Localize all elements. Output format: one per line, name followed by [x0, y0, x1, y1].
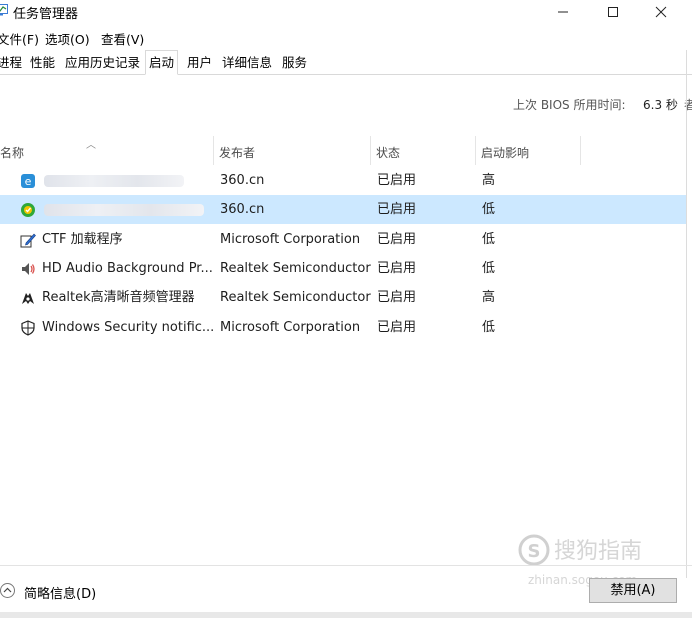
tab-users[interactable]: 用户 [184, 52, 215, 73]
sort-ascending-icon: ︿ [86, 140, 96, 151]
menu-view[interactable]: 查看(V) [101, 29, 144, 48]
menu-file[interactable]: 文件(F) [0, 29, 39, 48]
table-row[interactable]: Windows Security notific... Microsoft Co… [0, 313, 686, 342]
bios-time-value: 6.3 秒 [643, 98, 678, 112]
tab-details[interactable]: 详细信息 [219, 52, 275, 73]
ctf-pen-icon [20, 233, 36, 248]
shield-icon [21, 320, 35, 336]
360-security-icon [21, 203, 35, 217]
row-impact: 低 [482, 202, 496, 217]
right-border [686, 50, 687, 578]
row-publisher: Microsoft Corporation [220, 232, 361, 247]
column-header-status[interactable]: 状态 [371, 136, 476, 165]
row-status: 已启用 [377, 290, 417, 305]
menu-options[interactable]: 选项(O) [45, 29, 90, 48]
row-publisher: 360.cn [220, 173, 265, 188]
tab-startup[interactable]: 启动 [145, 50, 179, 75]
tab-performance[interactable]: 性能 [27, 52, 58, 73]
tab-services[interactable]: 服务 [279, 52, 310, 73]
row-name: CTF 加载程序 [42, 232, 123, 247]
row-publisher: Microsoft Corporation [220, 320, 361, 335]
row-name: Realtek高清晰音频管理器 [42, 290, 195, 305]
minimize-button[interactable] [540, 0, 586, 24]
svg-text:S: S [528, 541, 541, 562]
row-name: Windows Security notific... [42, 320, 215, 335]
window-bottom-edge [0, 612, 692, 618]
bios-time-label: 上次 BIOS 所用时间: [513, 98, 626, 112]
close-button[interactable] [638, 0, 684, 24]
footer-divider [0, 565, 692, 566]
row-impact: 低 [482, 232, 496, 247]
row-status: 已启用 [377, 173, 417, 188]
row-status: 已启用 [377, 320, 417, 335]
row-impact: 高 [482, 290, 496, 305]
tab-processes[interactable]: 进程 [0, 52, 25, 73]
title-bar[interactable]: 任务管理器 [0, 0, 692, 24]
chevron-up-icon [3, 587, 12, 593]
row-impact: 低 [482, 261, 496, 276]
tab-app-history[interactable]: 应用历史记录 [62, 52, 143, 73]
column-header-name[interactable]: ︿ 名称 [0, 136, 214, 165]
less-details-link[interactable]: 简略信息(D) [24, 583, 96, 602]
row-publisher: Realtek Semiconductor [220, 261, 371, 276]
row-status: 已启用 [377, 261, 417, 276]
window-title: 任务管理器 [13, 7, 79, 22]
task-manager-icon [0, 4, 8, 16]
table-row[interactable]: HD Audio Background Pr... Realtek Semico… [0, 254, 686, 283]
row-status: 已启用 [377, 202, 417, 217]
close-icon [655, 6, 667, 18]
maximize-icon [608, 7, 618, 17]
disable-button[interactable]: 禁用(A) [589, 578, 677, 603]
redacted-app-name [44, 175, 184, 187]
column-header-publisher[interactable]: 发布者 [214, 136, 371, 165]
row-impact: 低 [482, 320, 496, 335]
row-status: 已启用 [377, 232, 417, 247]
minimize-icon [558, 11, 568, 13]
tab-strip: 进程 性能 应用历史记录 启动 用户 详细信息 服务 [0, 50, 692, 75]
row-publisher: 360.cn [220, 202, 265, 217]
row-publisher: Realtek Semiconductor [220, 290, 371, 305]
table-row[interactable]: CTF 加载程序 Microsoft Corporation 已启用 低 [0, 225, 686, 254]
realtek-audio-icon [22, 293, 34, 304]
collapse-details-button[interactable] [0, 583, 15, 598]
table-row[interactable]: Realtek高清晰音频管理器 Realtek Semiconductor 已启… [0, 283, 686, 312]
redacted-app-name [44, 204, 204, 216]
column-headers: ︿ 名称 发布者 状态 启动影响 [0, 136, 692, 165]
360-browser-icon: e [21, 174, 35, 188]
table-row[interactable]: e 360.cn 已启用 高 [0, 166, 686, 195]
menu-bar: 文件(F) 选项(O) 查看(V) [0, 27, 692, 47]
maximize-button[interactable] [590, 0, 636, 24]
table-row-selected[interactable]: 360.cn 已启用 低 [0, 195, 686, 224]
speaker-icon [22, 263, 35, 275]
svg-text:e: e [25, 175, 32, 188]
row-name: HD Audio Background Pr... [42, 261, 213, 276]
watermark-text: 搜狗指南 [554, 539, 642, 564]
row-impact: 高 [482, 173, 496, 188]
column-header-impact[interactable]: 启动影响 [476, 136, 581, 165]
